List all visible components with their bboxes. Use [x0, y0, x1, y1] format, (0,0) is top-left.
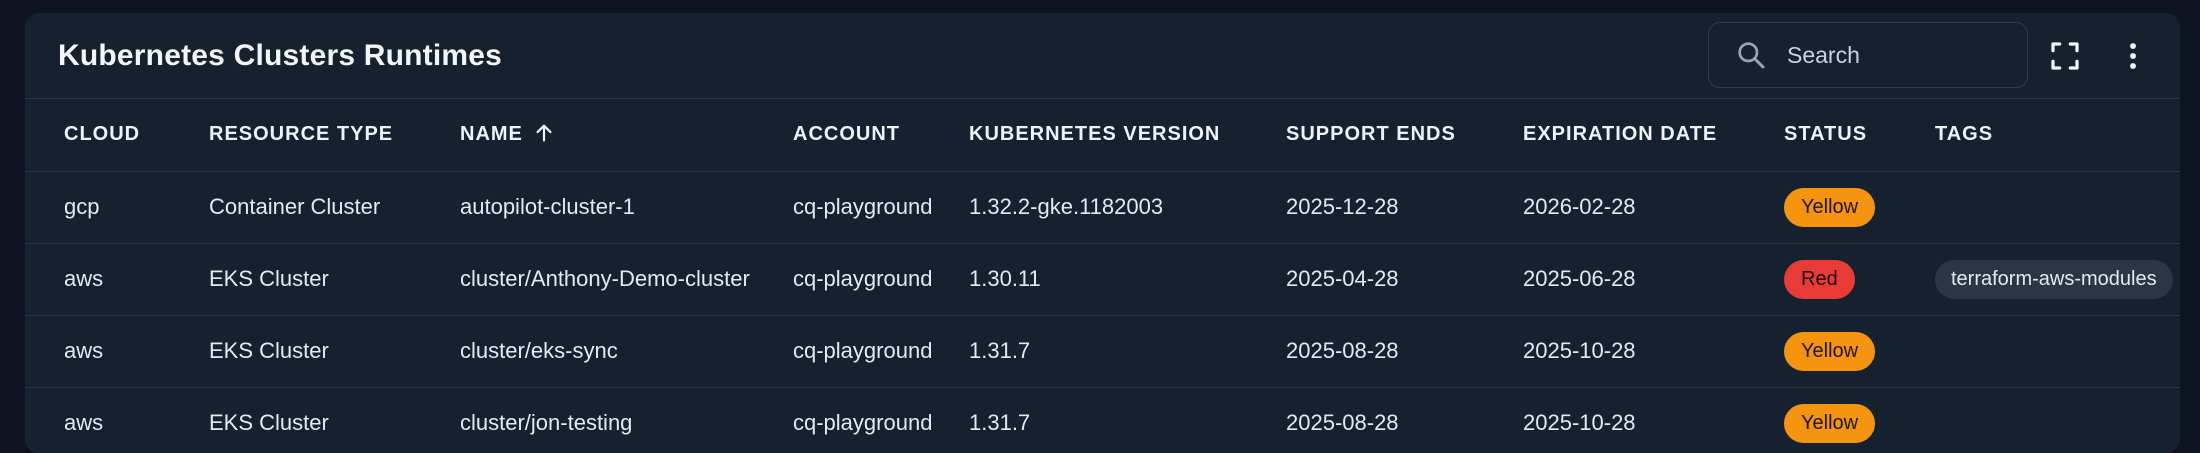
cell-kubernetes-version: 1.31.7 [969, 315, 1286, 388]
column-header-resource-type[interactable]: RESOURCE TYPE [209, 99, 460, 172]
cell-cloud: aws [25, 387, 209, 453]
column-header-cloud[interactable]: CLOUD [25, 99, 209, 172]
cell-kubernetes-version: 1.30.11 [969, 243, 1286, 316]
cell-resource-type: EKS Cluster [209, 387, 460, 453]
search-input[interactable]: Search [1787, 42, 1860, 69]
cell-cloud: aws [25, 243, 209, 316]
cell-support-ends: 2025-12-28 [1286, 171, 1523, 244]
cell-name: cluster/jon-testing [460, 387, 793, 453]
cell-account: cq-playground [793, 387, 969, 453]
table-row[interactable]: aws EKS Cluster cluster/Anthony-Demo-clu… [25, 243, 2180, 316]
cell-resource-type: Container Cluster [209, 171, 460, 244]
status-badge: Red [1784, 259, 1855, 299]
cell-kubernetes-version: 1.32.2-gke.1182003 [969, 171, 1286, 244]
cell-cloud: aws [25, 315, 209, 388]
cell-account: cq-playground [793, 243, 969, 316]
table-row[interactable]: aws EKS Cluster cluster/jon-testing cq-p… [25, 387, 2180, 453]
cell-kubernetes-version: 1.31.7 [969, 387, 1286, 453]
column-header-name[interactable]: NAME [460, 99, 793, 172]
table-header-row: CLOUD RESOURCE TYPE NAME ACCOUNT KUBERNE… [25, 99, 2180, 172]
cell-support-ends: 2025-08-28 [1286, 387, 1523, 453]
cell-resource-type: EKS Cluster [209, 243, 460, 316]
cell-status: Yellow [1784, 171, 1935, 244]
cell-tags: terraform-aws-modules [1935, 243, 2180, 316]
cell-expiration-date: 2025-10-28 [1523, 387, 1784, 453]
fullscreen-icon [2051, 42, 2079, 70]
fullscreen-button[interactable] [2045, 36, 2085, 76]
cell-cloud: gcp [25, 171, 209, 244]
table-row[interactable]: aws EKS Cluster cluster/eks-sync cq-play… [25, 315, 2180, 388]
search-icon [1738, 42, 1765, 69]
column-header-name-label: NAME [460, 123, 523, 146]
status-badge: Yellow [1784, 331, 1876, 371]
cell-account: cq-playground [793, 171, 969, 244]
panel-title: Kubernetes Clusters Runtimes [58, 39, 503, 72]
more-options-button[interactable] [2113, 36, 2153, 76]
cell-name: cluster/Anthony-Demo-cluster [460, 243, 793, 316]
tag-chip[interactable]: terraform-aws-modules [1935, 259, 2173, 299]
column-header-account[interactable]: ACCOUNT [793, 99, 969, 172]
column-header-tags[interactable]: TAGS [1935, 99, 2180, 172]
more-vertical-icon [2130, 43, 2136, 69]
column-header-expiration-date[interactable]: EXPIRATION DATE [1523, 99, 1784, 172]
status-badge: Yellow [1784, 403, 1876, 443]
cell-status: Red [1784, 243, 1935, 316]
cell-tags [1935, 315, 2180, 388]
cell-resource-type: EKS Cluster [209, 315, 460, 388]
panel-header: Kubernetes Clusters Runtimes Search [25, 13, 2180, 99]
cell-support-ends: 2025-04-28 [1286, 243, 1523, 316]
column-header-support-ends[interactable]: SUPPORT ENDS [1286, 99, 1523, 172]
cell-expiration-date: 2025-10-28 [1523, 315, 1784, 388]
search-box[interactable]: Search [1708, 22, 2028, 88]
runtimes-panel: Kubernetes Clusters Runtimes Search CLOU… [25, 13, 2180, 453]
cell-support-ends: 2025-08-28 [1286, 315, 1523, 388]
column-header-status[interactable]: STATUS [1784, 99, 1935, 172]
cell-account: cq-playground [793, 315, 969, 388]
column-header-kubernetes-version[interactable]: KUBERNETES VERSION [969, 99, 1286, 172]
clusters-table: CLOUD RESOURCE TYPE NAME ACCOUNT KUBERNE… [25, 99, 2180, 453]
cell-status: Yellow [1784, 315, 1935, 388]
cell-expiration-date: 2025-06-28 [1523, 243, 1784, 316]
cell-name: autopilot-cluster-1 [460, 171, 793, 244]
cell-expiration-date: 2026-02-28 [1523, 171, 1784, 244]
table-row[interactable]: gcp Container Cluster autopilot-cluster-… [25, 171, 2180, 244]
cell-status: Yellow [1784, 387, 1935, 453]
cell-name: cluster/eks-sync [460, 315, 793, 388]
arrow-up-icon [536, 124, 552, 142]
cell-tags [1935, 171, 2180, 244]
status-badge: Yellow [1784, 187, 1876, 227]
cell-tags [1935, 387, 2180, 453]
